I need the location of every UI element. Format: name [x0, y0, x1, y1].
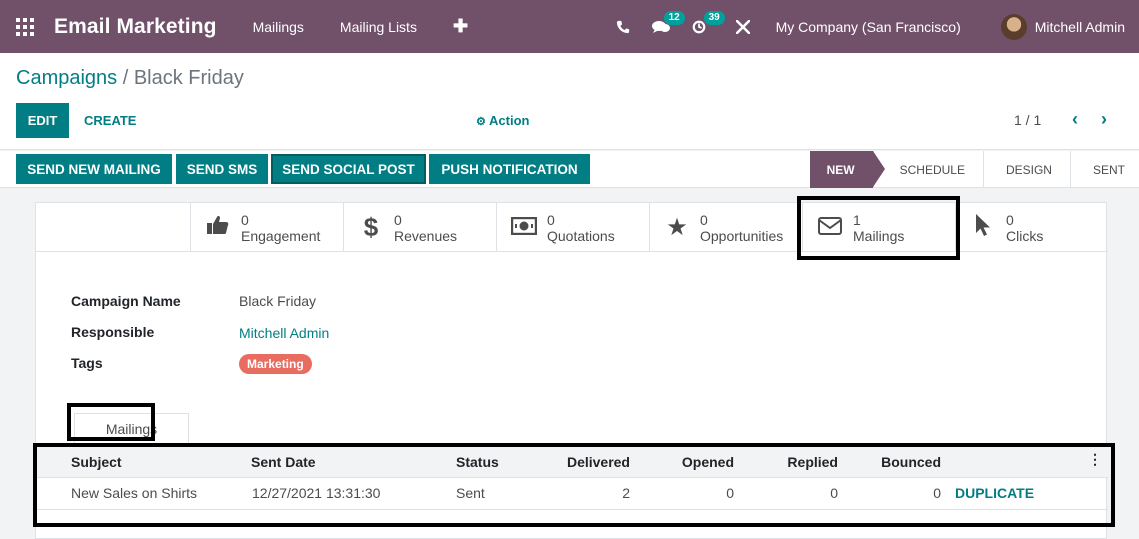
stage-pipeline: NEW SCHEDULE DESIGN SENT — [809, 151, 1139, 188]
dollar-icon: $ — [363, 212, 379, 242]
user-menu[interactable]: Mitchell Admin — [1035, 19, 1125, 35]
stat-revenues-value: 0 — [394, 211, 402, 228]
edit-button[interactable]: EDIT — [16, 103, 69, 138]
chat-icon[interactable]: 12 — [651, 10, 685, 34]
stat-engagement-label: Engagement — [241, 227, 321, 244]
send-social-post-button[interactable]: SEND SOCIAL POST — [271, 154, 426, 184]
money-bill-icon — [510, 215, 538, 241]
stat-opportunities-value: 0 — [700, 211, 708, 228]
campaign-name-value: Black Friday — [239, 293, 317, 309]
plus-icon[interactable]: ✚ — [453, 16, 468, 37]
responsible-value[interactable]: Mitchell Admin — [239, 325, 329, 341]
responsible-label: Responsible — [71, 324, 155, 340]
stage-design[interactable]: DESIGN — [982, 151, 1070, 188]
stat-opportunities-label: Opportunities — [700, 227, 784, 244]
activity-clock-icon[interactable]: 39 — [692, 10, 725, 34]
push-notification-button[interactable]: PUSH NOTIFICATION — [429, 154, 590, 184]
breadcrumb-current: Black Friday — [133, 67, 244, 89]
stat-engagement[interactable]: 0 Engagement — [190, 203, 343, 252]
tools-icon[interactable] — [735, 19, 750, 34]
stat-clicks-label: Clicks — [1006, 227, 1044, 244]
stage-sent[interactable]: SENT — [1069, 151, 1139, 188]
control-panel: Campaigns / Black Friday EDIT CREATE ⚙ A… — [0, 53, 1139, 150]
apps-menu-icon[interactable] — [16, 17, 34, 36]
app-brand[interactable]: Email Marketing — [54, 15, 217, 39]
phone-icon[interactable] — [616, 20, 630, 34]
chevron-right-icon[interactable]: › — [1101, 109, 1107, 130]
thumbs-up-icon — [205, 215, 231, 241]
breadcrumb-campaigns[interactable]: Campaigns — [16, 67, 117, 89]
top-navbar: Email Marketing Mailings Mailing Lists ✚… — [0, 0, 1139, 53]
menu-mailing-lists[interactable]: Mailing Lists — [340, 19, 417, 35]
breadcrumb-separator: / — [117, 67, 134, 89]
tags-label: Tags — [71, 355, 103, 371]
breadcrumb: Campaigns / Black Friday — [16, 67, 244, 90]
annotation-box-mailings-list — [33, 443, 1115, 527]
stat-quotations[interactable]: 0 Quotations — [496, 203, 649, 252]
campaign-name-label: Campaign Name — [71, 293, 181, 309]
action-label: Action — [489, 113, 530, 128]
user-avatar[interactable] — [1000, 13, 1027, 40]
pager-value[interactable]: 1 / 1 — [1014, 112, 1041, 128]
form-statusbar: SEND NEW MAILING SEND SMS SEND SOCIAL PO… — [0, 151, 1139, 188]
chevron-left-icon[interactable]: ‹ — [1072, 109, 1078, 130]
stat-button-box: 0 Engagement $ 0 Revenues 0 Quotations ★ 0O… — [190, 203, 1108, 252]
activity-badge: 39 — [703, 10, 725, 25]
stat-revenues-label: Revenues — [394, 227, 458, 244]
stage-schedule[interactable]: SCHEDULE — [872, 151, 983, 188]
stat-opportunities[interactable]: ★ 0 Opportunities — [649, 203, 802, 252]
send-sms-button[interactable]: SEND SMS — [176, 154, 268, 184]
annotation-box-mailings-tab — [67, 403, 155, 441]
stat-clicks-value: 0 — [1006, 211, 1014, 228]
action-menu[interactable]: ⚙ Action — [476, 113, 529, 128]
stage-new[interactable]: NEW — [809, 151, 885, 188]
create-button[interactable]: CREATE — [84, 113, 136, 128]
pointer-icon — [970, 213, 996, 243]
company-switcher[interactable]: My Company (San Francisco) — [776, 19, 961, 35]
menu-mailings[interactable]: Mailings — [253, 19, 304, 35]
chat-badge: 12 — [663, 10, 685, 25]
star-icon: ★ — [666, 214, 688, 241]
stat-revenues[interactable]: $ 0 Revenues — [343, 203, 496, 252]
tag-badge[interactable]: Marketing — [239, 354, 312, 374]
stat-engagement-value: 0 — [241, 211, 249, 228]
gear-icon: ⚙ — [476, 116, 486, 128]
send-new-mailing-button[interactable]: SEND NEW MAILING — [16, 154, 172, 184]
stat-clicks[interactable]: 0 Clicks — [955, 203, 1108, 252]
stat-quotations-value: 0 — [547, 211, 555, 228]
annotation-box-mailings-stat — [797, 196, 960, 260]
stat-quotations-label: Quotations — [547, 227, 615, 244]
